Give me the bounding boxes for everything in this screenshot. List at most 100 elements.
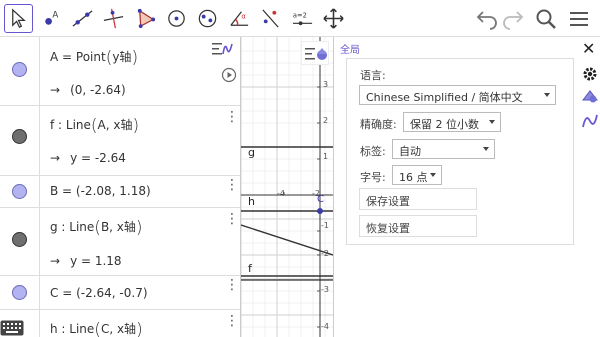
perpendicular-tool-icon[interactable]	[99, 4, 128, 33]
definition-text: g : Line	[50, 220, 95, 234]
font-size-label: 字号:	[360, 171, 386, 184]
labeling-label: 标签:	[360, 145, 386, 158]
slider-tool-icon[interactable]: a=2	[288, 4, 317, 33]
gear-icon[interactable]	[581, 65, 599, 83]
move-graphics-tool-icon[interactable]	[319, 4, 348, 33]
precision-select[interactable]: 保留 2 位小数	[403, 112, 501, 132]
row-menu-icon[interactable]: ⋮	[225, 110, 239, 124]
language-select[interactable]: Chinese Simplified / 简体中文	[359, 85, 556, 105]
row-definition[interactable]: h : Line(C, x轴)	[50, 320, 143, 337]
row-menu-icon[interactable]: ⋮	[225, 212, 239, 226]
algebra-row[interactable]: B = (-2.08, 1.18) ⋮	[0, 176, 240, 208]
search-icon[interactable]	[532, 5, 559, 32]
settings-panel: 全局 ✕ 语言: Chinese Simplified / 简体中文 精确度: …	[333, 37, 600, 337]
output-text: y = 1.18	[70, 254, 122, 268]
algebra-row[interactable]: h : Line(C, x轴) ⋮	[0, 310, 240, 337]
y-tick-label: 3	[323, 80, 329, 89]
definition-text: f : Line	[50, 118, 91, 132]
svg-text:A: A	[52, 11, 58, 21]
definition-arg: B, x轴	[100, 220, 136, 234]
save-settings-button[interactable]: 保存设置	[359, 188, 477, 210]
restore-settings-button[interactable]: 恢复设置	[359, 215, 477, 237]
row-output: → y = -2.64	[50, 151, 126, 165]
row-output: → y = 1.18	[50, 254, 122, 268]
row-definition[interactable]: A = Point(y轴)	[50, 48, 138, 68]
row-menu-icon[interactable]: ⋮	[225, 314, 239, 328]
undo-icon[interactable]	[473, 5, 500, 32]
x-tick-label: -4	[277, 189, 285, 198]
row-definition[interactable]: g : Line(B, x轴)	[50, 218, 143, 238]
point-tool-icon[interactable]: A	[36, 4, 65, 33]
y-tick-label: -3	[321, 285, 329, 294]
move-tool-icon[interactable]	[4, 4, 33, 33]
svg-text:α: α	[241, 13, 246, 21]
definition-arg: C, x轴	[100, 322, 137, 336]
font-size-value: 16 点	[399, 171, 428, 184]
play-icon[interactable]	[221, 67, 237, 83]
definition-arg: A, x轴	[97, 118, 133, 132]
language-value: Chinese Simplified / 简体中文	[366, 91, 523, 104]
graphics-settings-icon[interactable]	[581, 87, 599, 105]
line-visibility-toggle[interactable]	[12, 232, 27, 247]
definition-arg: y轴	[112, 50, 132, 64]
row-output: → (0, -2.64)	[50, 83, 126, 97]
label-h: h	[248, 195, 255, 208]
definition-text: B = (-2.08, 1.18)	[50, 184, 151, 198]
geogebra-app: A α a=2 A = Point(y轴) → (0, -2.64) f: L…	[0, 0, 600, 337]
labeling-select[interactable]: 自动	[392, 139, 495, 159]
precision-value: 保留 2 位小数	[410, 118, 479, 131]
chevron-down-icon	[483, 147, 489, 151]
reflect-tool-icon[interactable]	[256, 4, 285, 33]
graphics-canvas[interactable]	[241, 37, 333, 337]
algebra-row[interactable]: f : Line(A, x轴) → y = -2.64 ⋮	[0, 106, 240, 176]
output-arrow: →	[50, 151, 61, 165]
output-arrow: →	[50, 254, 61, 268]
x-tick-label: -2	[312, 189, 320, 198]
y-tick-label: -4	[321, 322, 329, 331]
point-visibility-toggle[interactable]	[12, 184, 27, 199]
toolbar: A α a=2	[0, 0, 600, 37]
y-tick-label: -1	[321, 221, 329, 230]
circle-tool-icon[interactable]	[162, 4, 191, 33]
algebra-row[interactable]: C = (-2.64, -0.7) ⋮	[0, 276, 240, 310]
font-size-select[interactable]: 16 点	[392, 165, 442, 185]
row-definition[interactable]: B = (-2.08, 1.18)	[50, 184, 151, 198]
point-visibility-toggle[interactable]	[12, 285, 27, 300]
algebra-view: A = Point(y轴) → (0, -2.64) f : Line(A, x轴…	[0, 37, 241, 337]
algebra-sort-icon[interactable]	[210, 39, 236, 61]
precision-label: 精确度:	[360, 118, 397, 131]
point-visibility-toggle[interactable]	[12, 62, 27, 77]
definition-text: h : Line	[50, 322, 95, 336]
point-c[interactable]	[317, 208, 323, 214]
angle-tool-icon[interactable]: α	[225, 4, 254, 33]
row-definition[interactable]: C = (-2.64, -0.7)	[50, 286, 148, 300]
graphics-view[interactable]: g h f C -4 -2 3 2 1 -1 -2 -3 -4	[241, 37, 333, 337]
definition-text: A = Point	[50, 50, 106, 64]
row-menu-icon[interactable]: ⋮	[225, 178, 239, 192]
polygon-tool-icon[interactable]	[131, 4, 160, 33]
global-settings-form: 语言: Chinese Simplified / 简体中文 精确度: 保留 2 …	[346, 58, 574, 245]
algebra-row[interactable]: A = Point(y轴) → (0, -2.64)	[0, 37, 240, 106]
redo-icon[interactable]	[499, 5, 526, 32]
y-tick-label: 1	[323, 152, 329, 161]
algebra-settings-icon[interactable]	[581, 112, 599, 130]
close-icon[interactable]: ✕	[582, 39, 595, 58]
chevron-down-icon	[430, 173, 436, 177]
row-definition[interactable]: f : Line(A, x轴)	[50, 116, 139, 136]
y-tick-label: 2	[323, 116, 329, 125]
tab-global[interactable]: 全局	[340, 41, 360, 56]
menu-icon[interactable]	[565, 5, 592, 32]
graphics-style-bar-icon[interactable]	[301, 41, 329, 65]
svg-text:a=2: a=2	[293, 12, 307, 20]
line-tool-icon[interactable]	[68, 4, 97, 33]
chevron-down-icon	[489, 120, 495, 124]
line-visibility-toggle[interactable]	[12, 129, 27, 144]
settings-tabbar: 全局 ✕	[334, 37, 600, 58]
y-tick-label: -2	[321, 249, 329, 258]
row-menu-icon[interactable]: ⋮	[225, 278, 239, 292]
ellipse-tool-icon[interactable]	[193, 4, 222, 33]
keyboard-icon[interactable]	[0, 320, 24, 336]
algebra-row[interactable]: g : Line(B, x轴) → y = 1.18 ⋮	[0, 208, 240, 276]
output-text: y = -2.64	[70, 151, 126, 165]
label-f: f	[248, 262, 252, 275]
